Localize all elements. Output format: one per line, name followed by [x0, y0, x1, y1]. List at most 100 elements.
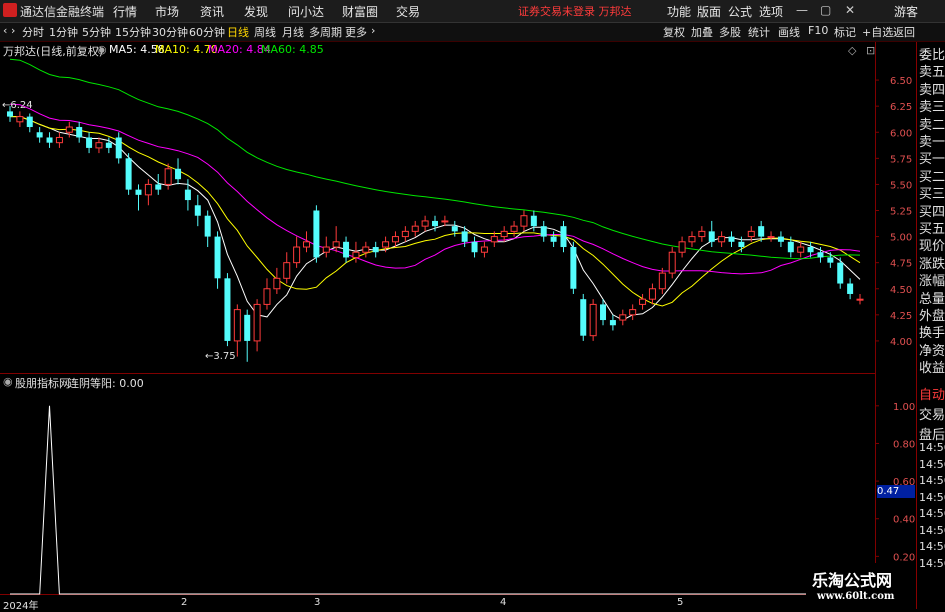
menu-options[interactable]: 选项	[759, 3, 783, 20]
minimize-icon[interactable]: —	[796, 3, 808, 17]
tab-daily[interactable]: 日线	[227, 24, 249, 40]
f10-button[interactable]: F10	[808, 24, 828, 37]
price-tick-label: 6.50	[890, 76, 912, 87]
adjust-button[interactable]: 复权	[663, 24, 685, 40]
candle	[303, 231, 311, 253]
price-tick-label: 5.75	[890, 154, 912, 165]
trade-time: 14:56	[919, 457, 945, 471]
menu-trade[interactable]: 交易	[396, 3, 420, 20]
multi-stock-button[interactable]: 多股	[719, 24, 741, 40]
close-icon[interactable]: ✕	[845, 3, 855, 17]
candle	[510, 220, 518, 237]
menu-assistant[interactable]: 问小达	[288, 3, 324, 20]
tab-15min[interactable]: 15分钟	[115, 24, 151, 40]
menu-layout[interactable]: 版面	[697, 3, 721, 20]
back-button[interactable]: 返回	[893, 24, 915, 40]
candle-body-down	[155, 184, 162, 190]
candle	[777, 231, 784, 248]
candle	[204, 210, 211, 248]
candle-body-down	[224, 278, 231, 341]
candle	[520, 210, 528, 232]
menu-formula[interactable]: 公式	[728, 3, 752, 20]
candle-body-down	[758, 226, 765, 237]
candle	[144, 179, 152, 206]
menu-quotes[interactable]: 行情	[113, 3, 137, 20]
guest-label[interactable]: 游客	[894, 3, 918, 20]
tab-intraday[interactable]: 分时	[22, 24, 44, 40]
legend-toggle-icon[interactable]: ◉	[97, 43, 107, 56]
indicator-tick-label: 0.80	[893, 439, 915, 450]
candle-body-up	[273, 277, 281, 290]
panel-label: 自动	[919, 388, 945, 403]
quote-label: 涨跌	[919, 256, 945, 272]
candle-body-down	[135, 189, 142, 195]
trade-time: 14:56	[919, 556, 945, 570]
candle	[115, 132, 122, 164]
app-title: 通达信金融终端	[20, 5, 105, 19]
quote-label: 现价	[919, 239, 945, 255]
candle-body-up	[65, 126, 73, 133]
candle	[580, 293, 587, 341]
high-price-mark: ←6.24	[2, 100, 33, 111]
candle-body-up	[668, 251, 676, 274]
mark-button[interactable]: 标记	[834, 24, 856, 40]
candle	[728, 231, 735, 248]
tab-multi-period[interactable]: 多周期	[309, 24, 342, 40]
candle-body-down	[244, 314, 251, 341]
candle-body-down	[204, 215, 211, 237]
tab-weekly[interactable]: 周线	[254, 24, 276, 40]
candle	[678, 236, 686, 258]
candle-body-up	[362, 246, 370, 253]
tab-1min[interactable]: 1分钟	[49, 24, 78, 40]
indicator-toggle-icon[interactable]: ◉	[3, 375, 13, 388]
overlay-button[interactable]: 加叠	[691, 24, 713, 40]
candle	[125, 153, 132, 195]
menu-news[interactable]: 资讯	[200, 3, 224, 20]
candle	[708, 220, 715, 248]
chart-expand-icon[interactable]: ⊡	[866, 44, 875, 57]
price-tick-label: 5.25	[890, 207, 912, 218]
candle-body-down	[847, 283, 854, 294]
tab-60min[interactable]: 60分钟	[189, 24, 225, 40]
candle	[352, 241, 360, 263]
kline-chart[interactable]: 6.50 6.25 6.00 5.75 5.50 5.25 5.00 4.75 4.50 4.25…	[0, 42, 916, 609]
quote-label: 卖五	[919, 65, 945, 81]
watermark-url: www.60lt.com	[817, 591, 895, 602]
menu-market[interactable]: 市场	[155, 3, 179, 20]
candle-body-down	[86, 137, 93, 148]
statistics-button[interactable]: 统计	[748, 24, 770, 40]
add-watchlist-button[interactable]: +自选	[862, 24, 893, 40]
indicator-tick-label: 1.00	[893, 402, 915, 413]
candle-body-down	[432, 220, 438, 227]
candle-body-down	[343, 241, 350, 258]
high-mark-value: 6.24	[10, 100, 33, 111]
tab-30min[interactable]: 30分钟	[152, 24, 188, 40]
candle-body-down	[471, 241, 478, 253]
tab-5min[interactable]: 5分钟	[82, 24, 111, 40]
candle-body-up	[856, 298, 864, 301]
more-chevron-icon[interactable]: ›	[371, 24, 375, 37]
candle	[253, 299, 261, 352]
candle	[421, 215, 429, 232]
candle	[362, 241, 370, 258]
draw-line-button[interactable]: 画线	[778, 24, 800, 40]
candle-body-up	[253, 303, 261, 342]
candle	[658, 267, 666, 294]
trade-time: 14:56	[919, 523, 945, 537]
price-tick-label: 4.50	[890, 285, 912, 296]
indicator-name[interactable]: 股朋指标网	[15, 375, 70, 391]
chart-settings-icon[interactable]: ◇	[848, 44, 856, 57]
stock-name: 万邦达(日线,前复权)	[3, 45, 104, 58]
prev-arrow-icon[interactable]: ‹	[3, 24, 7, 37]
tab-more[interactable]: 更多	[345, 24, 367, 40]
menu-wealth[interactable]: 财富圈	[342, 3, 378, 20]
maximize-icon[interactable]: ▢	[820, 3, 831, 17]
login-notice[interactable]: 证券交易未登录 万邦达	[518, 3, 632, 19]
candle-body-up	[95, 142, 103, 149]
quote-label: 买三	[919, 187, 945, 203]
candle-body-down	[184, 189, 191, 201]
next-arrow-icon[interactable]: ›	[11, 24, 15, 37]
tab-monthly[interactable]: 月线	[282, 24, 304, 40]
menu-discover[interactable]: 发现	[244, 3, 268, 20]
menu-function[interactable]: 功能	[667, 3, 691, 20]
